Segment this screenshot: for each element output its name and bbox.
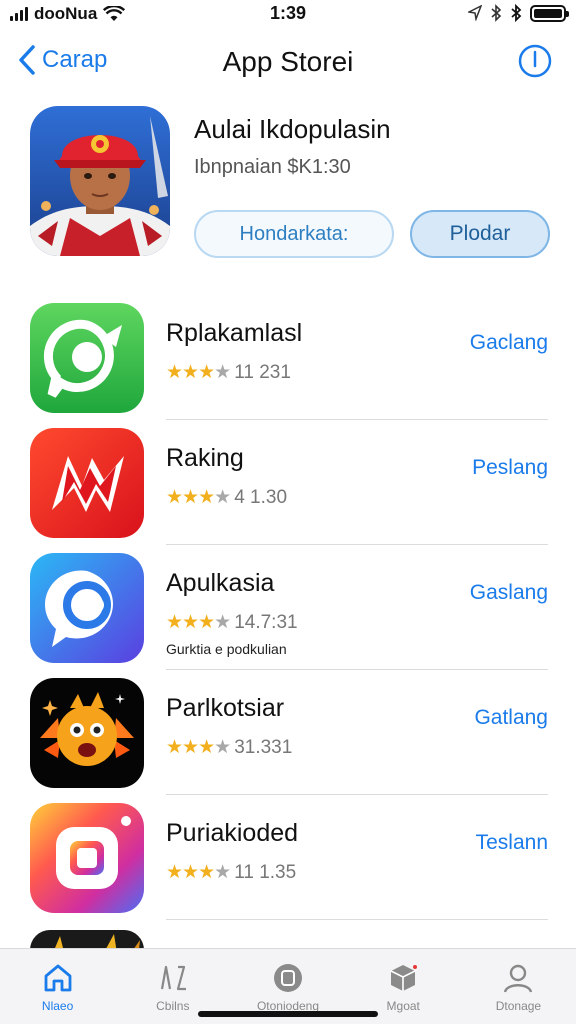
rating-count: 4 1.30 — [234, 486, 288, 508]
app-list: Rplakamlasl ★★★★ 11 231 Gaclang Raking ★… — [0, 295, 576, 920]
app-name: Puriakioded — [166, 819, 299, 847]
rating-count: 11 1.35 — [234, 861, 297, 883]
featured-app: Aulai Ikdopulasin Ibnpnaian $K1:30 Honda… — [0, 100, 576, 275]
get-button[interactable]: Gaslang — [470, 581, 548, 605]
star-filled-icon: ★ — [166, 362, 183, 383]
home-indicator — [198, 1011, 378, 1017]
tab-label: Mgoat — [386, 999, 420, 1013]
app-name: Apulkasia — [166, 569, 275, 597]
app-row[interactable]: Apulkasia ★★★★ 14.7:31 Gurktia e podkuli… — [0, 545, 576, 670]
primary-action-button[interactable]: Plodar — [410, 210, 550, 258]
star-filled-icon: ★ — [182, 362, 199, 383]
featured-app-subtitle: Ibnpnaian $K1:30 — [194, 156, 351, 178]
app-rating: ★★★★ 14.7:31 — [166, 611, 298, 634]
secondary-action-button[interactable]: Hondarkata: — [194, 210, 394, 258]
app-rating: ★★★★ 11 231 — [166, 361, 291, 384]
star-filled-icon: ★ — [182, 737, 199, 758]
rating-count: 14.7:31 — [234, 611, 298, 633]
app-row[interactable]: Raking ★★★★ 4 1.30 Peslang — [0, 420, 576, 545]
home-icon — [44, 964, 71, 992]
get-button[interactable]: Gaclang — [470, 331, 548, 355]
star-empty-icon: ★ — [214, 487, 231, 508]
bluetooth-icon — [491, 4, 502, 22]
star-filled-icon: ★ — [198, 737, 215, 758]
star-filled-icon: ★ — [198, 612, 215, 633]
app-name: Raking — [166, 444, 244, 472]
featured-app-title: Aulai Ikdopulasin — [194, 114, 391, 144]
app-row[interactable]: Parlkotsiar ★★★★ 31.331 Gatlang — [0, 670, 576, 795]
arcade-icon — [390, 965, 418, 991]
star-filled-icon: ★ — [166, 487, 183, 508]
app-name: Parlkotsiar — [166, 694, 285, 722]
battery-icon — [530, 4, 569, 22]
status-right — [468, 4, 569, 22]
rating-count: 31.331 — [234, 736, 293, 758]
divider — [166, 919, 548, 920]
get-button[interactable]: Peslang — [472, 456, 548, 480]
info-icon[interactable] — [518, 44, 552, 78]
tab-home[interactable]: Nlaeo — [0, 949, 115, 1024]
star-filled-icon: ★ — [198, 362, 215, 383]
app-row[interactable]: Rplakamlasl ★★★★ 11 231 Gaclang — [0, 295, 576, 420]
app-rating: ★★★★ 31.331 — [166, 736, 292, 759]
star-filled-icon: ★ — [166, 612, 183, 633]
get-button[interactable]: Teslann — [476, 831, 548, 855]
tab-label: Nlaeo — [41, 999, 74, 1013]
status-bar: dooNua 1:39 — [0, 0, 576, 30]
app-row[interactable]: Puriakioded ★★★★ 11 1.35 Teslann — [0, 795, 576, 920]
app-name: Rplakamlasl — [166, 319, 303, 347]
app-rating: ★★★★ 4 1.30 — [166, 486, 287, 509]
star-empty-icon: ★ — [214, 362, 231, 383]
rating-stars: ★★★★ — [166, 861, 231, 884]
app-rating: ★★★★ 11 1.35 — [166, 861, 296, 884]
tab-label: Cbilns — [156, 999, 190, 1013]
monster-face-icon[interactable] — [30, 678, 144, 788]
star-filled-icon: ★ — [182, 612, 199, 633]
tab-profile[interactable]: Dtonage — [461, 949, 576, 1024]
apps-icon — [160, 965, 186, 991]
rating-stars: ★★★★ — [166, 736, 231, 759]
bluetooth-icon-2 — [511, 4, 522, 22]
warrior-character-icon — [30, 106, 170, 256]
star-filled-icon: ★ — [182, 862, 199, 883]
star-empty-icon: ★ — [214, 612, 231, 633]
camera-gradient-icon[interactable] — [30, 803, 144, 913]
battery-fill — [534, 8, 562, 18]
chat-bubble-icon[interactable] — [30, 303, 144, 413]
rating-stars: ★★★★ — [166, 361, 231, 384]
profile-icon — [504, 964, 533, 993]
featured-app-icon[interactable] — [30, 106, 170, 256]
star-filled-icon: ★ — [166, 737, 183, 758]
app-subtitle: Gurktia e podkulian — [166, 641, 287, 657]
bolt-logo-icon[interactable] — [30, 428, 144, 538]
get-button[interactable]: Gatlang — [474, 706, 548, 730]
tab-label: Dtonage — [495, 999, 542, 1013]
rating-stars: ★★★★ — [166, 611, 231, 634]
star-empty-icon: ★ — [214, 737, 231, 758]
star-filled-icon: ★ — [198, 862, 215, 883]
star-empty-icon: ★ — [214, 862, 231, 883]
location-arrow-icon — [468, 5, 482, 21]
navigation-bar: Carap App Storei — [0, 34, 576, 90]
rating-count: 11 231 — [234, 361, 291, 383]
page-title: App Storei — [222, 46, 354, 77]
star-filled-icon: ★ — [182, 487, 199, 508]
rating-stars: ★★★★ — [166, 486, 231, 509]
star-filled-icon: ★ — [198, 487, 215, 508]
messenger-icon[interactable] — [30, 553, 144, 663]
star-filled-icon: ★ — [166, 862, 183, 883]
games-icon — [274, 964, 302, 992]
